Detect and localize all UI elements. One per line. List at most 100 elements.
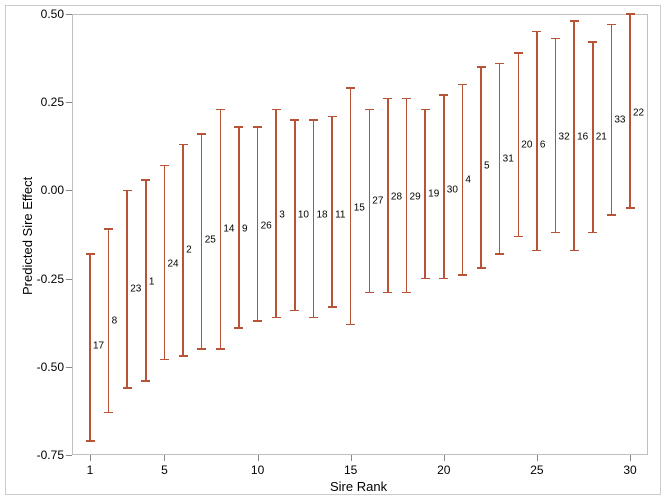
x-tick bbox=[164, 455, 165, 461]
point-label: 33 bbox=[614, 114, 625, 125]
point-label: 31 bbox=[503, 153, 514, 164]
error-bar bbox=[480, 67, 482, 268]
x-tick bbox=[351, 455, 352, 461]
point-label: 22 bbox=[633, 107, 644, 118]
error-cap bbox=[365, 109, 374, 111]
error-bar bbox=[238, 127, 240, 328]
error-cap bbox=[179, 355, 188, 357]
error-bar bbox=[555, 39, 557, 233]
error-cap bbox=[402, 292, 411, 294]
error-cap bbox=[551, 232, 560, 234]
x-axis-label: Sire Rank bbox=[330, 479, 387, 494]
error-cap bbox=[197, 348, 206, 350]
error-cap bbox=[253, 320, 262, 322]
error-cap bbox=[123, 387, 132, 389]
point-label: 29 bbox=[410, 192, 421, 203]
point-label: 28 bbox=[391, 192, 402, 203]
error-cap bbox=[234, 126, 243, 128]
error-cap bbox=[626, 207, 635, 209]
x-tick bbox=[90, 455, 91, 461]
error-bar bbox=[275, 109, 277, 317]
point-label: 19 bbox=[428, 188, 439, 199]
y-tick-label: 0.50 bbox=[30, 7, 64, 21]
error-cap bbox=[253, 126, 262, 128]
x-tick-label: 15 bbox=[344, 463, 357, 477]
point-label: 32 bbox=[559, 132, 570, 143]
error-cap bbox=[141, 179, 150, 181]
point-label: 9 bbox=[242, 224, 248, 235]
point-label: 2 bbox=[186, 245, 192, 256]
error-cap bbox=[588, 232, 597, 234]
error-cap bbox=[272, 109, 281, 111]
y-tick-label: -0.75 bbox=[30, 448, 64, 462]
error-cap bbox=[551, 38, 560, 40]
error-bar bbox=[406, 99, 408, 293]
point-label: 14 bbox=[223, 224, 234, 235]
error-cap bbox=[179, 144, 188, 146]
error-cap bbox=[570, 20, 579, 22]
error-bar bbox=[499, 63, 501, 254]
point-label: 8 bbox=[112, 315, 118, 326]
error-cap bbox=[383, 292, 392, 294]
error-bar bbox=[536, 32, 538, 251]
error-cap bbox=[272, 317, 281, 319]
point-label: 1 bbox=[149, 277, 155, 288]
point-label: 25 bbox=[205, 234, 216, 245]
y-tick-label: 0.00 bbox=[30, 183, 64, 197]
point-label: 30 bbox=[447, 185, 458, 196]
y-tick bbox=[66, 102, 72, 103]
error-bar bbox=[294, 120, 296, 311]
error-bar bbox=[592, 42, 594, 233]
x-tick-label: 5 bbox=[161, 463, 168, 477]
error-cap bbox=[365, 292, 374, 294]
error-cap bbox=[607, 214, 616, 216]
error-cap bbox=[86, 253, 95, 255]
error-cap bbox=[532, 31, 541, 33]
point-label: 26 bbox=[261, 220, 272, 231]
point-label: 18 bbox=[316, 210, 327, 221]
y-tick bbox=[66, 367, 72, 368]
error-cap bbox=[514, 52, 523, 54]
x-tick bbox=[258, 455, 259, 461]
error-bar bbox=[462, 85, 464, 276]
error-bar bbox=[89, 254, 91, 441]
x-tick-label: 10 bbox=[251, 463, 264, 477]
error-cap bbox=[439, 94, 448, 96]
error-bar bbox=[518, 53, 520, 236]
error-cap bbox=[328, 116, 337, 118]
error-bar bbox=[182, 145, 184, 357]
error-cap bbox=[346, 87, 355, 89]
error-cap bbox=[458, 274, 467, 276]
point-label: 16 bbox=[577, 132, 588, 143]
x-tick-label: 20 bbox=[437, 463, 450, 477]
error-cap bbox=[197, 133, 206, 135]
x-tick bbox=[630, 455, 631, 461]
error-cap bbox=[290, 310, 299, 312]
error-cap bbox=[141, 380, 150, 382]
error-bar bbox=[313, 120, 315, 318]
error-cap bbox=[104, 228, 113, 230]
error-cap bbox=[86, 440, 95, 442]
error-cap bbox=[477, 66, 486, 68]
plot-area bbox=[72, 14, 648, 455]
error-bar bbox=[369, 109, 371, 292]
error-bar bbox=[145, 180, 147, 381]
error-cap bbox=[495, 63, 504, 65]
error-cap bbox=[588, 41, 597, 43]
error-bar bbox=[108, 229, 110, 412]
error-bar bbox=[350, 88, 352, 324]
error-cap bbox=[160, 165, 169, 167]
error-cap bbox=[328, 306, 337, 308]
y-tick-label: 0.25 bbox=[30, 95, 64, 109]
error-cap bbox=[514, 236, 523, 238]
error-cap bbox=[309, 119, 318, 121]
error-cap bbox=[421, 109, 430, 111]
error-cap bbox=[346, 324, 355, 326]
error-cap bbox=[290, 119, 299, 121]
error-cap bbox=[160, 359, 169, 361]
error-cap bbox=[421, 278, 430, 280]
error-bar bbox=[387, 99, 389, 293]
point-label: 15 bbox=[354, 203, 365, 214]
error-cap bbox=[216, 348, 225, 350]
x-tick bbox=[444, 455, 445, 461]
